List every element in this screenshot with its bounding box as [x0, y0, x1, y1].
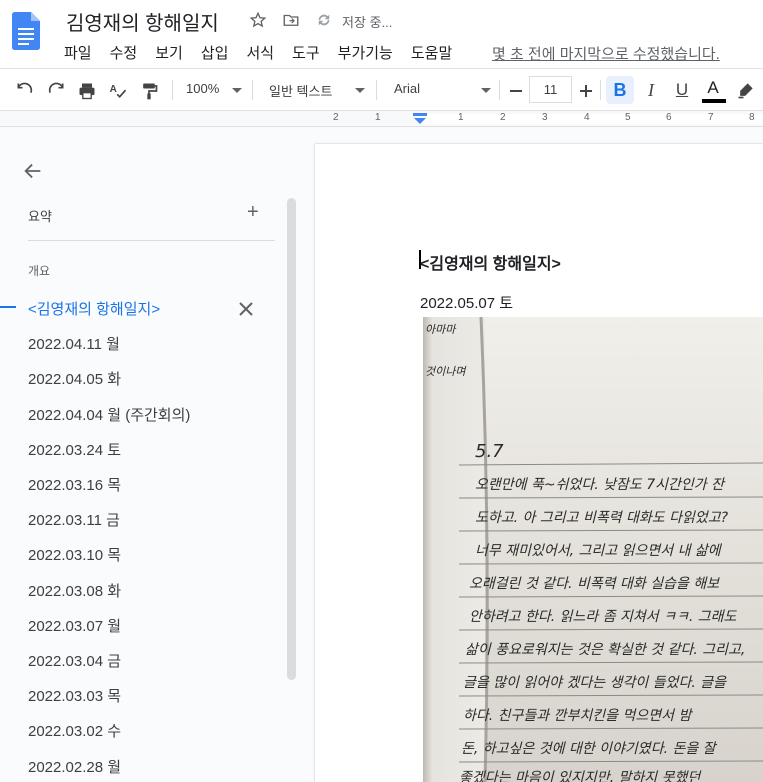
notebook-photo-image: 아마마 것이나며 5.7 오랜만에 푹~쉬었다. 낮잠도 7시간인가 잔 도하고… [423, 317, 763, 782]
toolbar-divider [499, 80, 500, 100]
menu-view[interactable]: 보기 [155, 42, 189, 63]
photo-line: 너무 재미있어서, 그리고 읽으면서 내 삶에 [475, 543, 723, 559]
sidebar-divider [28, 240, 275, 241]
text-color-swatch [702, 99, 726, 103]
menu-file[interactable]: 파일 [64, 42, 98, 63]
close-icon[interactable] [237, 300, 255, 318]
move-to-folder-icon[interactable] [281, 10, 301, 30]
svg-text:A: A [110, 84, 117, 95]
menu-format[interactable]: 서식 [246, 42, 280, 63]
indent-marker-icon[interactable] [412, 113, 428, 125]
ruler-label: 2 [333, 112, 339, 123]
ruler-label: 7 [708, 112, 714, 123]
redo-icon[interactable] [43, 78, 69, 104]
photo-line: 글을 많이 읽어야 겠다는 생각이 들었다. 글을 [463, 675, 727, 691]
docs-logo-icon[interactable] [12, 12, 40, 50]
increase-font-size-button[interactable] [573, 78, 599, 104]
photo-line: 좋겠다는 마음이 있지지만, 말하지 못했던 [459, 770, 701, 782]
outline-item[interactable]: 2022.04.04 월 (주간회의) [28, 404, 190, 425]
highlight-pen-icon[interactable] [733, 77, 759, 103]
outline-item[interactable]: 2022.03.11 금 [28, 509, 120, 530]
toolbar-divider [172, 80, 173, 100]
spellcheck-icon[interactable]: A [105, 78, 131, 104]
document-date[interactable]: 2022.05.07 토 [420, 292, 513, 313]
notebook-photo[interactable]: 아마마 것이나며 5.7 오랜만에 푹~쉬었다. 낮잠도 7시간인가 잔 도하고… [423, 317, 763, 782]
underline-button[interactable]: U [669, 77, 695, 103]
photo-line: 삶이 풍요로워지는 것은 확실한 것 같다. 그리고, [465, 642, 745, 658]
toolbar-divider [600, 80, 601, 100]
print-icon[interactable] [74, 78, 100, 104]
document-heading[interactable]: <김영재의 항해일지> [420, 250, 561, 274]
outline-item[interactable]: 2022.03.08 화 [28, 580, 121, 601]
photo-line: 돈, 하고싶은 것에 대한 이야기였다. 돈을 잘 [461, 741, 718, 757]
photo-margin-note: 아마마 [425, 323, 457, 336]
ruler-label: 4 [584, 112, 590, 123]
outline-label: 개요 [28, 264, 51, 278]
outline-item[interactable]: 2022.03.04 금 [28, 650, 121, 671]
saving-status: 저장 중... [342, 15, 393, 30]
ruler-label: 1 [375, 112, 381, 123]
photo-line: 오랜만에 푹~쉬었다. 낮잠도 7시간인가 잔 [475, 477, 726, 493]
bold-button[interactable]: B [606, 76, 634, 104]
menu-insert[interactable]: 삽입 [201, 42, 235, 63]
photo-date-note: 5.7 [475, 441, 504, 462]
star-icon[interactable] [248, 10, 268, 30]
add-summary-icon[interactable]: + [247, 202, 259, 222]
undo-icon[interactable] [12, 78, 38, 104]
photo-line: 안하려고 한다. 읽느라 좀 지쳐서 ㅋㅋ. 그래도 [469, 609, 738, 625]
decrease-font-size-button[interactable] [503, 78, 529, 104]
outline-item[interactable]: 2022.02.28 월 [28, 756, 121, 777]
ruler-label: 5 [625, 112, 631, 123]
toolbar-divider [376, 80, 377, 100]
chevron-down-icon [481, 88, 491, 93]
paragraph-style-select[interactable]: 일반 텍스트 [269, 81, 332, 100]
outline-item[interactable]: 2022.04.11 월 [28, 333, 120, 354]
photo-line: 오래걸린 것 같다. 비폭력 대화 실습을 해보 [469, 576, 720, 592]
outline-item[interactable]: 2022.04.05 화 [28, 368, 121, 389]
outline-item[interactable]: 2022.03.10 목 [28, 544, 121, 565]
outline-item[interactable]: 2022.03.07 월 [28, 615, 121, 636]
ruler-label: 3 [542, 112, 548, 123]
document-title[interactable]: 김영재의 항해일지 [66, 7, 219, 36]
zoom-select[interactable]: 100% [186, 81, 219, 96]
outline-item[interactable]: 2022.03.02 수 [28, 720, 121, 741]
italic-button[interactable]: I [638, 77, 664, 103]
photo-line: 하다. 친구들과 깐부치킨을 먹으면서 밤 [463, 708, 693, 724]
chevron-down-icon [232, 88, 242, 93]
ruler-label: 8 [749, 112, 755, 123]
active-heading-marker [0, 306, 16, 308]
font-size-input[interactable]: 11 [529, 76, 572, 103]
ruler-label: 6 [666, 112, 672, 123]
menu-tools[interactable]: 도구 [292, 42, 326, 63]
menu-addons[interactable]: 부가기능 [338, 42, 399, 63]
outline-item[interactable]: 2022.03.16 목 [28, 474, 121, 495]
title-bar: 김영재의 항해일지 저장 중... 파일 수정 보기 삽입 서식 도구 부가기능… [0, 0, 763, 68]
ruler-label: 1 [458, 112, 464, 123]
sidebar-scrollbar[interactable] [287, 198, 296, 680]
toolbar-divider [252, 80, 253, 100]
outline-item[interactable]: 2022.03.03 목 [28, 685, 121, 706]
photo-margin-note: 것이나며 [425, 365, 467, 378]
photo-line: 도하고. 아 그리고 비폭력 대화도 다읽었고? [475, 510, 729, 526]
back-arrow-icon[interactable] [22, 160, 44, 182]
menu-bar: 파일 수정 보기 삽입 서식 도구 부가기능 도움말 [64, 42, 470, 63]
menu-help[interactable]: 도움말 [411, 42, 458, 63]
sync-icon [314, 10, 334, 30]
menu-edit[interactable]: 수정 [110, 42, 144, 63]
outline-item[interactable]: 2022.03.24 토 [28, 439, 121, 460]
horizontal-ruler[interactable]: 2 1 1 2 3 4 5 6 7 8 [0, 111, 763, 127]
paint-format-icon[interactable] [136, 78, 162, 104]
summary-label: 요약 [28, 209, 52, 224]
outline-item-title[interactable]: <김영재의 항해일지> [28, 298, 160, 319]
text-color-button[interactable]: A [700, 75, 726, 101]
font-family-select[interactable]: Arial [394, 81, 420, 96]
last-edit-link[interactable]: 몇 초 전에 마지막으로 수정했습니다. [492, 43, 720, 64]
chevron-down-icon [355, 88, 365, 93]
ruler-label: 2 [500, 112, 506, 123]
